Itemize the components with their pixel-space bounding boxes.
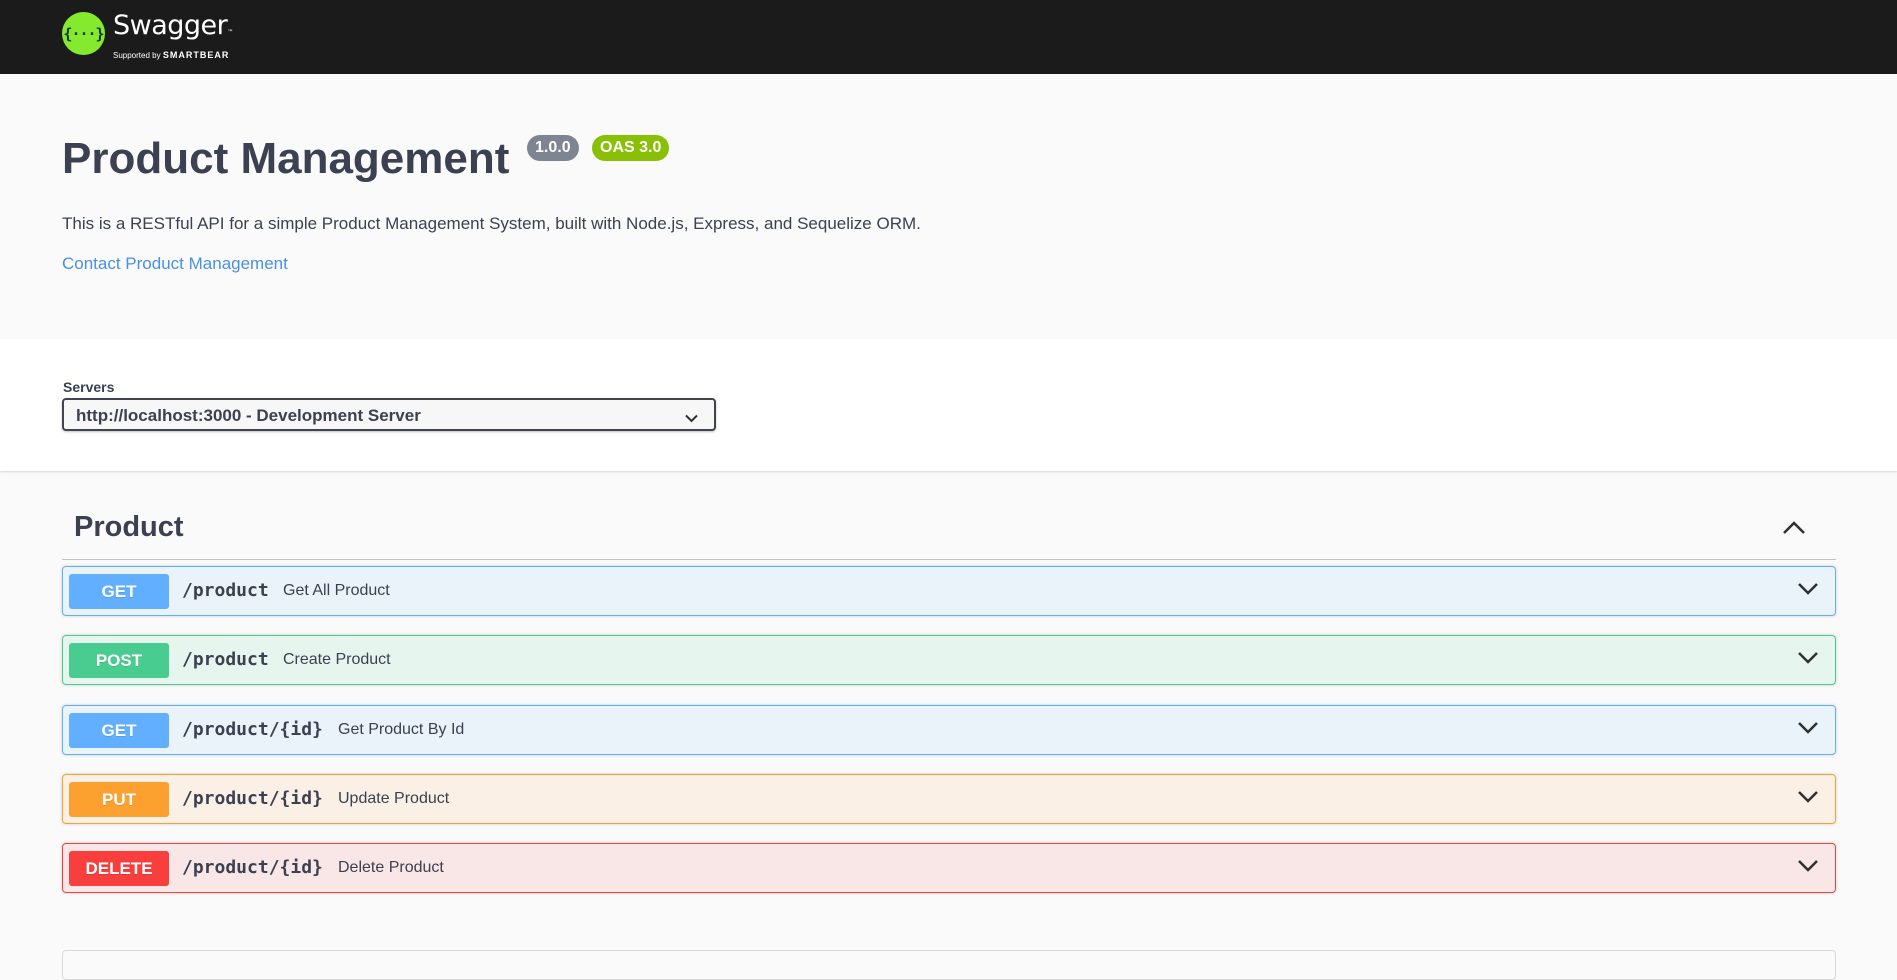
chevron-down-icon[interactable] — [1797, 582, 1819, 601]
logo-brand: Swagger™ — [113, 10, 233, 41]
info-section: Product Management 1.0.0 OAS 3.0 This is… — [0, 74, 1897, 339]
operation-post-product[interactable]: POST /product Create Product — [62, 635, 1836, 685]
operation-path: /product — [182, 580, 269, 601]
method-badge: GET — [69, 713, 169, 748]
chevron-down-icon[interactable] — [1797, 721, 1819, 740]
tag-name: Product — [74, 511, 184, 543]
servers-label: Servers — [63, 379, 115, 395]
servers-section: Servers http://localhost:3000 - Developm… — [0, 339, 1897, 471]
logo-sponsor: Supported by SMARTBEAR — [113, 50, 230, 60]
operation-summary: Get All Product — [283, 582, 390, 599]
version-badge: 1.0.0 — [527, 135, 579, 161]
api-description: This is a RESTful API for a simple Produ… — [62, 214, 921, 233]
chevron-down-icon — [685, 410, 698, 428]
operation-summary: Get Product By Id — [338, 721, 465, 738]
operation-get-product-by-id[interactable]: GET /product/{id} Get Product By Id — [62, 705, 1836, 755]
chevron-down-icon[interactable] — [1797, 859, 1819, 878]
page-title: Product Management — [62, 134, 510, 183]
operation-summary: Create Product — [283, 651, 391, 668]
operation-path: /product/{id} — [182, 788, 323, 809]
schemas-section-partial — [62, 950, 1836, 980]
operation-summary: Delete Product — [338, 859, 444, 876]
method-badge: GET — [69, 574, 169, 609]
operation-put-product[interactable]: PUT /product/{id} Update Product — [62, 774, 1836, 824]
operation-get-product[interactable]: GET /product Get All Product — [62, 566, 1836, 616]
tag-header-product[interactable]: Product — [62, 505, 1836, 560]
chevron-down-icon[interactable] — [1797, 790, 1819, 809]
method-badge: POST — [69, 643, 169, 678]
operation-path: /product/{id} — [182, 719, 323, 740]
method-badge: DELETE — [69, 851, 169, 886]
chevron-down-icon[interactable] — [1797, 651, 1819, 670]
operation-path: /product — [182, 649, 269, 670]
operation-summary: Update Product — [338, 790, 450, 807]
operation-delete-product[interactable]: DELETE /product/{id} Delete Product — [62, 843, 1836, 893]
logo-text: Swagger™ Supported by SMARTBEAR — [113, 10, 233, 61]
swagger-logo-icon: {···} — [62, 12, 105, 55]
server-selected-value: http://localhost:3000 - Development Serv… — [76, 406, 421, 425]
chevron-up-icon[interactable] — [1782, 519, 1806, 540]
method-badge: PUT — [69, 782, 169, 817]
oas-badge: OAS 3.0 — [592, 135, 670, 161]
topbar: {···} Swagger™ Supported by SMARTBEAR — [0, 0, 1897, 74]
swagger-logo[interactable]: {···} Swagger™ Supported by SMARTBEAR — [62, 12, 233, 62]
server-select[interactable]: http://localhost:3000 - Development Serv… — [62, 398, 716, 431]
contact-link[interactable]: Contact Product Management — [62, 254, 288, 274]
operation-path: /product/{id} — [182, 857, 323, 878]
